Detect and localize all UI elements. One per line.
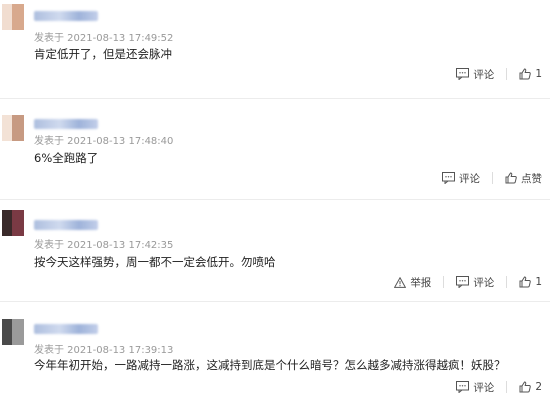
like-button[interactable]: 点赞	[505, 171, 542, 186]
avatar[interactable]	[2, 210, 24, 236]
username-redacted[interactable]	[34, 119, 98, 129]
avatar[interactable]	[2, 319, 24, 345]
avatar[interactable]	[2, 115, 24, 141]
action-divider	[506, 381, 508, 393]
username-redacted[interactable]	[34, 324, 98, 334]
reply-label: 评论	[473, 68, 495, 81]
comment-icon	[442, 172, 455, 184]
action-divider	[506, 276, 508, 288]
action-divider	[443, 276, 445, 288]
reply-label: 评论	[459, 172, 480, 185]
reply-button[interactable]: 评论	[456, 380, 494, 395]
avatar-image-right	[12, 210, 24, 236]
comment-actions: 举报 评论 1	[394, 274, 542, 290]
comment-item: 发表于 2021-08-13 17:39:13 今年年初开始，一路减持一路涨，这…	[0, 302, 550, 401]
reply-button[interactable]: 评论	[456, 67, 494, 82]
comment-text: 今年年初开始，一路减持一路涨，这减持到底是个什么暗号？怎么越多减持涨得越疯！妖股…	[34, 358, 506, 372]
reply-button[interactable]: 评论	[456, 275, 494, 290]
comment-meta: 发表于 2021-08-13 17:48:40	[34, 136, 174, 147]
username-redacted[interactable]	[34, 11, 98, 21]
report-button[interactable]: 举报	[394, 275, 431, 290]
comment-item: 发表于 2021-08-13 17:49:52 肯定低开了，但是还会脉冲 评论 …	[0, 0, 550, 100]
comment-meta: 发表于 2021-08-13 17:39:13	[34, 345, 174, 356]
username-redacted[interactable]	[34, 220, 98, 230]
comment-icon	[456, 68, 470, 80]
action-divider	[506, 68, 508, 80]
reply-label: 评论	[473, 276, 495, 289]
comment-item: 发表于 2021-08-13 17:42:35 按今天这样强势，周一都不一定会低…	[0, 200, 550, 300]
comment-meta: 发表于 2021-08-13 17:49:52	[34, 33, 174, 44]
like-label: 点赞	[521, 172, 542, 185]
warning-icon	[394, 276, 407, 288]
like-count: 1	[535, 68, 542, 80]
comment-item: 发表于 2021-08-13 17:48:40 6%全跑路了 评论 点赞	[0, 100, 550, 200]
thumbs-up-icon	[519, 68, 532, 80]
thumbs-up-icon	[519, 381, 532, 393]
comment-text: 肯定低开了，但是还会脉冲	[34, 47, 172, 61]
like-count: 1	[535, 276, 542, 288]
avatar-image-right	[12, 115, 24, 141]
comment-divider	[0, 98, 550, 99]
like-count: 2	[535, 381, 542, 393]
action-divider	[492, 172, 493, 184]
comment-actions: 评论 2	[456, 379, 542, 395]
comment-icon	[456, 276, 470, 288]
thumbs-up-icon	[519, 276, 532, 288]
reply-label: 评论	[473, 381, 495, 394]
comment-actions: 评论 点赞	[442, 170, 542, 186]
report-label: 举报	[410, 276, 432, 289]
like-button[interactable]: 1	[519, 276, 542, 288]
like-button[interactable]: 2	[519, 381, 542, 393]
avatar-image-right	[12, 4, 24, 30]
comment-actions: 评论 1	[456, 66, 542, 82]
comment-text: 6%全跑路了	[34, 151, 99, 165]
like-button[interactable]: 1	[519, 68, 542, 80]
comment-icon	[456, 381, 470, 393]
avatar-image-right	[12, 319, 24, 345]
comment-meta: 发表于 2021-08-13 17:42:35	[34, 240, 174, 251]
avatar[interactable]	[2, 4, 24, 30]
reply-button[interactable]: 评论	[442, 171, 480, 186]
comment-text: 按今天这样强势，周一都不一定会低开。勿喷哈	[34, 255, 276, 269]
thumbs-up-icon	[505, 172, 517, 184]
